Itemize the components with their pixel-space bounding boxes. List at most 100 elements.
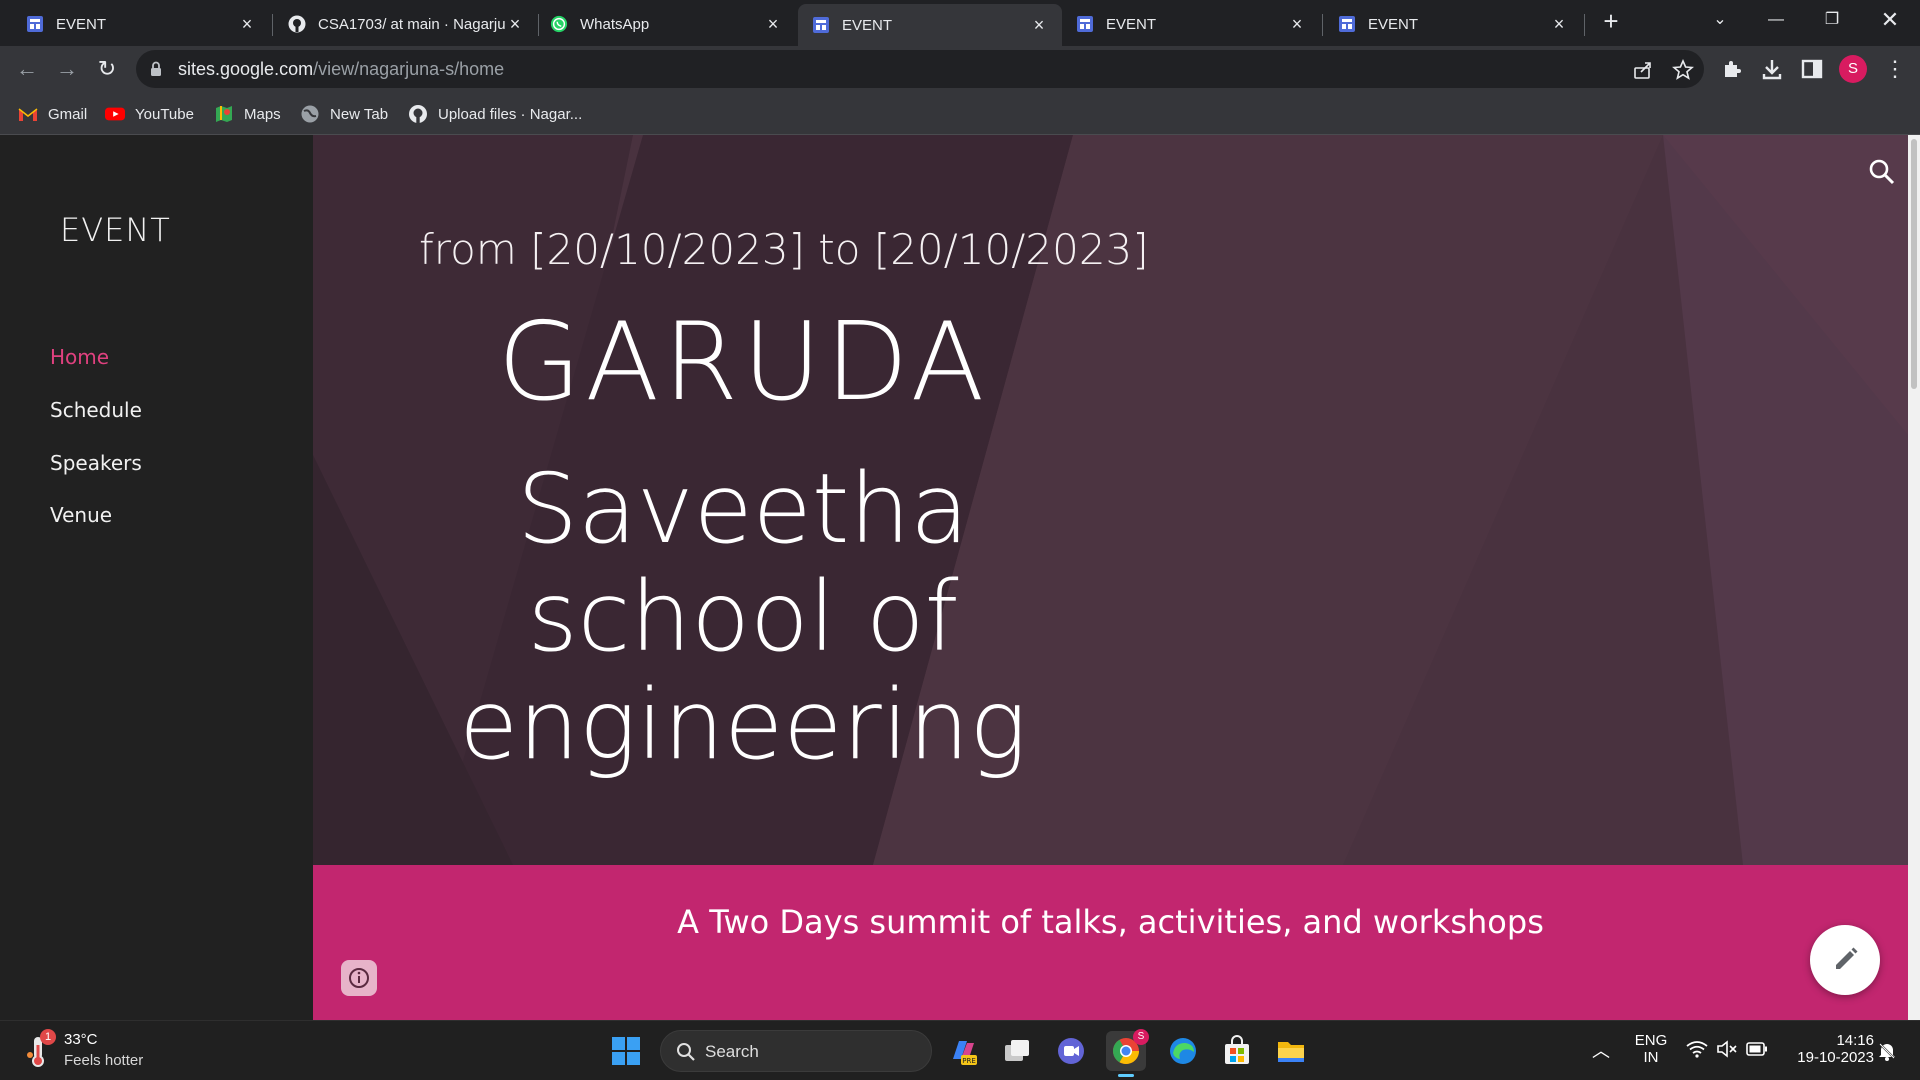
bookmark-upload-files[interactable]: Upload files · Nagar... — [408, 102, 582, 126]
close-icon[interactable]: × — [1288, 15, 1306, 33]
search-icon — [675, 1041, 697, 1068]
site-sidebar: EVENT Home Schedule Speakers Venue — [0, 135, 313, 1020]
bookmark-label: Maps — [244, 105, 281, 123]
region-code: IN — [1643, 1049, 1659, 1066]
microsoft-store-icon[interactable] — [1220, 1034, 1254, 1068]
close-icon[interactable]: × — [764, 15, 782, 33]
site-title[interactable]: EVENT — [60, 211, 171, 249]
windows-start-icon[interactable] — [609, 1034, 643, 1068]
url-text: sites.google.com/view/nagarjuna-s/home — [178, 59, 504, 80]
teams-chat-icon[interactable] — [1054, 1034, 1088, 1068]
volume-muted-icon[interactable] — [1716, 1040, 1738, 1063]
windows-taskbar: 1 33°C Feels hotter Search PRE S ︿ ENG I… — [0, 1020, 1920, 1080]
bookmark-label: Upload files · Nagar... — [438, 105, 583, 123]
file-explorer-icon[interactable] — [1274, 1034, 1308, 1068]
new-tab-button[interactable]: + — [1596, 6, 1626, 36]
maps-icon — [214, 104, 234, 124]
browser-toolbar: ← → ↻ sites.google.com/view/nagarjuna-s/… — [0, 46, 1920, 92]
subtitle-line: school of — [527, 561, 959, 673]
browser-menu-icon[interactable]: ⋮ — [1884, 55, 1906, 83]
close-icon[interactable]: × — [506, 15, 524, 33]
forward-button[interactable]: → — [52, 54, 82, 84]
tab-title: EVENT — [56, 15, 107, 33]
google-sites-icon — [26, 15, 44, 33]
google-sites-icon — [1076, 15, 1094, 33]
google-sites-icon — [1338, 15, 1356, 33]
search-label: Search — [705, 1042, 759, 1061]
tab-title: EVENT — [1106, 15, 1157, 33]
page-scrollbar[interactable] — [1908, 135, 1920, 1020]
side-panel-icon[interactable] — [1800, 57, 1824, 81]
tab-event-1[interactable]: EVENT × — [0, 6, 270, 42]
back-button[interactable]: ← — [12, 54, 42, 84]
weather-alert-badge: 1 — [40, 1029, 56, 1045]
search-icon[interactable] — [1865, 155, 1899, 189]
nav-item-venue[interactable]: Venue — [50, 503, 112, 527]
share-icon[interactable] — [1632, 59, 1654, 81]
subtitle-line: engineering — [459, 669, 1027, 781]
url-path: /view/nagarjuna-s/home — [313, 59, 505, 79]
extensions-puzzle-icon[interactable] — [1720, 57, 1744, 81]
tab-event-4[interactable]: EVENT × — [1324, 6, 1582, 42]
scrollbar-thumb[interactable] — [1911, 139, 1917, 389]
bookmark-gmail[interactable]: Gmail — [18, 102, 87, 126]
bookmark-star-icon[interactable] — [1672, 58, 1694, 81]
tab-search-chevron-icon[interactable]: ⌄ — [1692, 0, 1748, 40]
close-icon[interactable]: × — [238, 15, 256, 33]
profile-avatar[interactable]: S — [1839, 55, 1867, 83]
edit-pencil-icon[interactable] — [1810, 925, 1880, 995]
reload-button[interactable]: ↻ — [92, 54, 122, 84]
nav-item-schedule[interactable]: Schedule — [50, 398, 142, 422]
tab-title: EVENT — [1368, 15, 1419, 33]
tab-title: EVENT — [842, 16, 893, 34]
nav-item-home[interactable]: Home — [50, 345, 109, 369]
taskbar-search-input[interactable]: Search — [660, 1030, 932, 1072]
task-view-icon[interactable] — [1000, 1034, 1034, 1068]
tab-divider — [538, 14, 539, 36]
notifications-bell-icon[interactable] — [1876, 1040, 1898, 1067]
svg-text:PRE: PRE — [962, 1057, 976, 1065]
bookmark-maps[interactable]: Maps — [214, 102, 281, 126]
copilot-preview-icon[interactable]: PRE — [946, 1034, 980, 1068]
tab-event-active[interactable]: EVENT × — [798, 4, 1062, 46]
hero-section: from [20/10/2023] to [20/10/2023] GARUDA… — [313, 135, 1908, 865]
info-icon[interactable] — [341, 960, 377, 996]
tab-strip: EVENT × CSA1703/ at main · Nagarjun × Wh… — [0, 0, 1920, 46]
tab-divider — [1584, 14, 1585, 36]
address-bar[interactable]: sites.google.com/view/nagarjuna-s/home — [136, 50, 1704, 88]
close-icon[interactable]: × — [1030, 16, 1048, 34]
tagline-band: A Two Days summit of talks, activities, … — [313, 865, 1908, 1020]
tab-event-3[interactable]: EVENT × — [1062, 6, 1320, 42]
language-indicator[interactable]: ENG IN — [1626, 1032, 1676, 1066]
whatsapp-icon — [550, 15, 568, 33]
edge-icon[interactable] — [1166, 1034, 1200, 1068]
show-hidden-icons-chevron-icon[interactable]: ︿ — [1592, 1037, 1610, 1063]
tab-github[interactable]: CSA1703/ at main · Nagarjun × — [274, 6, 538, 42]
bookmark-youtube[interactable]: YouTube — [105, 102, 194, 126]
restore-button[interactable]: ❐ — [1804, 0, 1860, 40]
battery-icon[interactable] — [1746, 1042, 1768, 1061]
minimize-button[interactable]: — — [1748, 0, 1804, 40]
bookmark-label: New Tab — [330, 105, 389, 123]
wifi-icon[interactable] — [1686, 1040, 1708, 1063]
tab-whatsapp[interactable]: WhatsApp × — [540, 6, 796, 42]
close-window-button[interactable]: ✕ — [1862, 0, 1918, 40]
download-icon[interactable] — [1760, 57, 1784, 81]
github-icon — [288, 15, 306, 33]
lock-icon[interactable] — [150, 61, 162, 82]
event-date-range: from [20/10/2023] to [20/10/2023] — [419, 225, 1149, 274]
google-sites-icon — [812, 16, 830, 34]
tab-divider — [272, 14, 273, 36]
weather-temperature[interactable]: 33°C — [64, 1031, 98, 1048]
weather-description[interactable]: Feels hotter — [64, 1052, 143, 1069]
clock-date: 19-10-2023 — [1797, 1049, 1874, 1066]
gmail-icon — [18, 104, 38, 124]
active-app-indicator — [1118, 1074, 1134, 1077]
clock[interactable]: 14:16 19-10-2023 — [1784, 1032, 1874, 1066]
close-icon[interactable]: × — [1550, 15, 1568, 33]
clock-time: 14:16 — [1836, 1032, 1874, 1049]
github-icon — [408, 104, 428, 124]
tagline-text: A Two Days summit of talks, activities, … — [677, 903, 1544, 941]
bookmark-new-tab[interactable]: New Tab — [300, 102, 388, 126]
nav-item-speakers[interactable]: Speakers — [50, 451, 142, 475]
